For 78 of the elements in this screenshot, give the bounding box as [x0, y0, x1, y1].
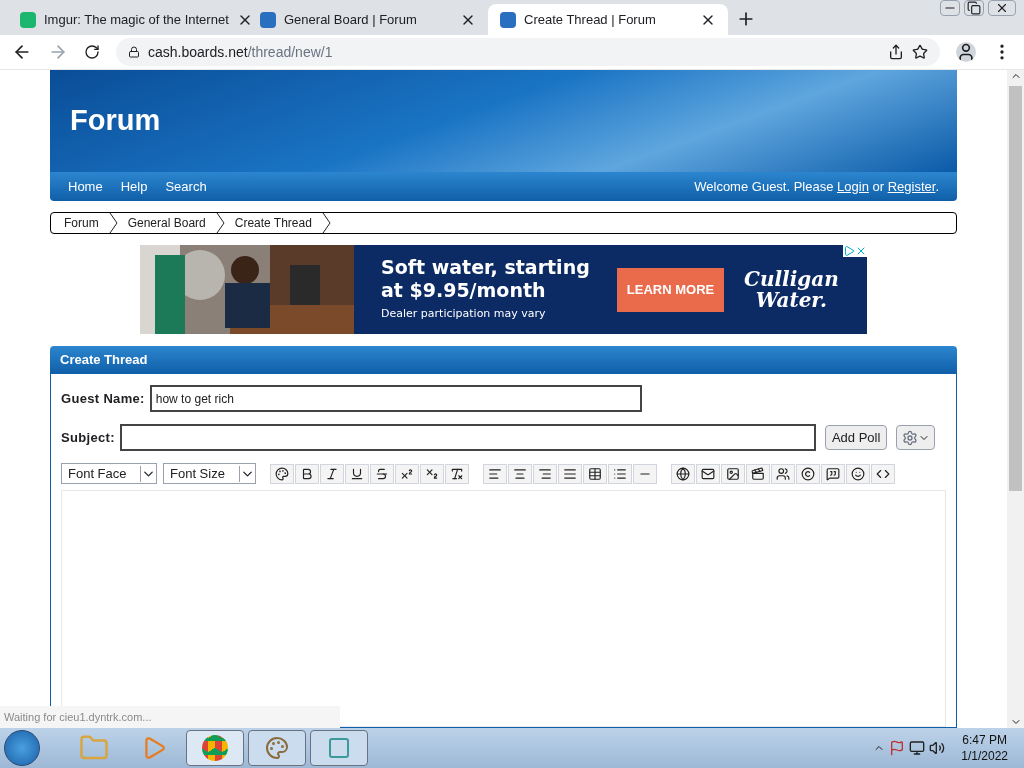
- chevron-icon: [215, 213, 225, 233]
- guest-name-field[interactable]: how to get rich: [149, 385, 642, 412]
- clapperboard-icon[interactable]: [746, 463, 770, 484]
- clock-date[interactable]: 1/1/2022: [961, 748, 1008, 764]
- italic-icon[interactable]: [320, 463, 344, 484]
- status-text: Waiting for cieu1.dyntrk.com...: [0, 705, 340, 728]
- volume-icon[interactable]: [929, 740, 946, 756]
- address-bar[interactable]: cash.boards.net/thread/new/1: [116, 38, 940, 66]
- nav-link[interactable]: Home: [68, 176, 103, 197]
- field-label: Subject:: [61, 428, 115, 447]
- browser-tab[interactable]: Imgur: The magic of the Internet: [8, 4, 248, 35]
- align-right-icon[interactable]: [533, 463, 557, 484]
- font-size-select[interactable]: Font Size: [163, 463, 256, 484]
- nav-link[interactable]: Help: [120, 176, 148, 197]
- justify-icon[interactable]: [558, 463, 582, 484]
- ad-headline: Soft water, starting at $9.95/month: [381, 256, 591, 303]
- field-label: Guest Name:: [61, 389, 145, 408]
- underline-icon[interactable]: [345, 463, 369, 484]
- bookmark-star-icon[interactable]: [912, 44, 928, 60]
- list-icon[interactable]: [608, 463, 632, 484]
- browser-tab[interactable]: Create Thread | Forum: [488, 4, 728, 35]
- smiley-icon[interactable]: [846, 463, 870, 484]
- caret-icon: [239, 465, 255, 482]
- network-icon[interactable]: [909, 740, 926, 756]
- close-icon[interactable]: [988, 0, 1016, 16]
- browser-tab[interactable]: General Board | Forum: [248, 4, 488, 35]
- ad-subline: Dealer participation may vary: [381, 306, 547, 323]
- breadcrumb-link[interactable]: Forum: [51, 214, 109, 232]
- subject-field[interactable]: [119, 424, 816, 451]
- login-link[interactable]: Login: [837, 178, 869, 194]
- font-face-select[interactable]: Font Face: [61, 463, 157, 484]
- forum-title: Forum: [70, 103, 161, 139]
- image-icon[interactable]: [721, 463, 745, 484]
- subscript-icon[interactable]: [420, 463, 444, 484]
- caret-icon: [140, 465, 156, 482]
- strikethrough-icon[interactable]: [370, 463, 394, 484]
- quote-icon[interactable]: [821, 463, 845, 484]
- paint-taskbar-button[interactable]: [248, 730, 306, 766]
- settings-dropdown[interactable]: [896, 425, 936, 450]
- remove-format-icon[interactable]: [445, 463, 469, 484]
- chevron-icon: [321, 213, 331, 233]
- copyright-icon[interactable]: [796, 463, 820, 484]
- lock-icon: [128, 46, 140, 58]
- adchoices-icon[interactable]: [843, 245, 855, 257]
- welcome-text: Welcome Guest. Please Login or Register.: [694, 177, 939, 196]
- code-icon[interactable]: [871, 463, 895, 484]
- users-icon[interactable]: [771, 463, 795, 484]
- site-icon: [500, 11, 516, 28]
- start-button[interactable]: [4, 730, 40, 766]
- nav-link[interactable]: Search: [165, 176, 207, 197]
- table-icon[interactable]: [583, 463, 607, 484]
- register-link[interactable]: Register: [887, 178, 936, 194]
- align-left-icon[interactable]: [483, 463, 507, 484]
- site-icon: [20, 11, 36, 28]
- ad-logo: Culligan Water.: [744, 268, 839, 311]
- restore-icon[interactable]: [964, 0, 984, 16]
- reload-icon[interactable]: [84, 44, 100, 60]
- superscript-icon[interactable]: [395, 463, 419, 484]
- chevron-icon: [108, 213, 118, 233]
- panel-title: Create Thread: [60, 351, 148, 370]
- breadcrumb-link[interactable]: Create Thread: [224, 214, 322, 232]
- add-poll-button[interactable]: Add Poll: [824, 425, 888, 450]
- ad-banner[interactable]: Soft water, starting at $9.95/month Dealer participation may vary LEARN MORE Culligan Water.: [140, 245, 867, 334]
- breadcrumb-link[interactable]: General Board: [117, 214, 216, 232]
- url-text: cash.boards.net/thread/new/1: [148, 42, 334, 62]
- site-icon: [260, 11, 276, 28]
- clock-time[interactable]: 6:47 PM: [962, 732, 1007, 748]
- mail-icon[interactable]: [696, 463, 720, 484]
- chrome-taskbar-button[interactable]: [186, 730, 244, 766]
- globe-icon[interactable]: [671, 463, 695, 484]
- bold-icon[interactable]: [295, 463, 319, 484]
- notepad-taskbar-button[interactable]: [310, 730, 368, 766]
- scrollbar[interactable]: [1007, 70, 1024, 728]
- profile-icon[interactable]: [956, 42, 976, 62]
- align-center-icon[interactable]: [508, 463, 532, 484]
- palette-icon: [265, 736, 289, 760]
- share-icon[interactable]: [888, 44, 904, 60]
- settings-icon: [901, 429, 918, 446]
